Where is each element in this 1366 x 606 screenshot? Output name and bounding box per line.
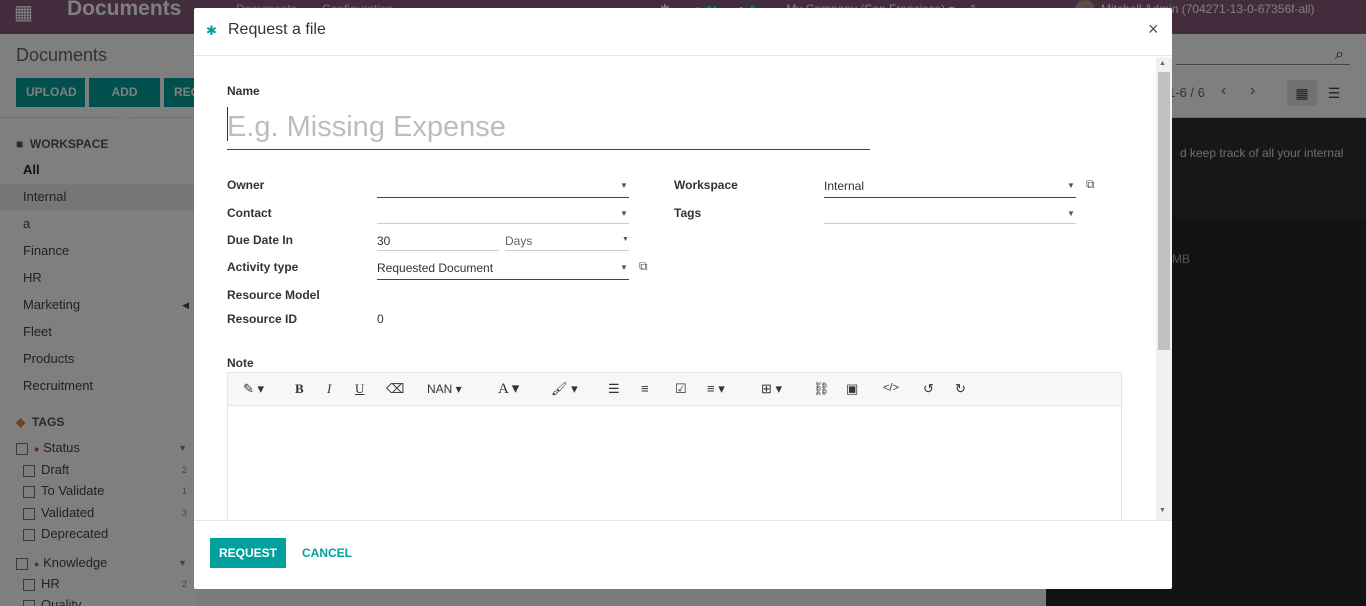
checklist-icon[interactable]: ☑: [675, 381, 687, 397]
caret-down-icon[interactable]: ▼: [1067, 209, 1075, 218]
owner-label: Owner: [227, 178, 265, 192]
link-icon[interactable]: ⛓: [813, 381, 830, 397]
due-date-value[interactable]: 30: [377, 234, 390, 248]
brush-icon[interactable]: 🖌 ▾: [551, 381, 578, 397]
due-date-label: Due Date In: [227, 233, 294, 247]
scroll-up-icon[interactable]: ▲: [1159, 60, 1166, 67]
activity-type-value[interactable]: Requested Document: [377, 261, 493, 275]
external-link-icon[interactable]: ⧉: [1086, 177, 1095, 192]
modal-header: ✱ Request a file ×: [194, 8, 1172, 56]
modal-title: Request a file: [228, 21, 326, 38]
caret-down-icon[interactable]: ▼: [622, 236, 629, 243]
workspace-field[interactable]: [824, 197, 1076, 198]
resource-id-label: Resource ID: [227, 312, 298, 326]
note-editor[interactable]: [227, 406, 1122, 520]
resource-model-label: Resource Model: [227, 288, 320, 302]
request-button[interactable]: REQUEST: [210, 538, 286, 568]
editor-toolbar: ✎ ▾ B I U ⌫ NAN ▾ A ▾ 🖌 ▾ ☰ ≡ ☑ ≡ ▾ ⊞ ▾ …: [227, 372, 1122, 406]
cancel-button[interactable]: CANCEL: [302, 538, 352, 568]
caret-down-icon[interactable]: ▼: [620, 181, 628, 190]
font-size-select[interactable]: NAN ▾: [427, 382, 462, 396]
text-cursor: [227, 107, 228, 141]
redo-icon[interactable]: ↻: [955, 381, 966, 397]
table-icon[interactable]: ⊞ ▾: [761, 381, 782, 397]
name-input[interactable]: [227, 105, 870, 150]
contact-label: Contact: [227, 206, 272, 220]
italic-icon[interactable]: I: [327, 381, 331, 397]
resource-id-value: 0: [377, 312, 384, 326]
bug-icon: ✱: [206, 23, 217, 38]
owner-field[interactable]: [377, 197, 629, 198]
external-link-icon[interactable]: ⧉: [639, 259, 648, 274]
tags-label: Tags: [674, 206, 702, 220]
image-icon[interactable]: ▣: [846, 381, 858, 397]
workspace-label: Workspace: [674, 178, 738, 192]
bold-icon[interactable]: B: [295, 381, 304, 397]
caret-down-icon[interactable]: ▼: [620, 209, 628, 218]
code-view-icon[interactable]: </>: [883, 382, 899, 394]
workspace-value[interactable]: Internal: [824, 179, 864, 193]
scrollbar-thumb[interactable]: [1158, 72, 1170, 350]
unordered-list-icon[interactable]: ☰: [608, 381, 620, 397]
note-label: Note: [227, 356, 254, 370]
activity-type-label: Activity type: [227, 260, 299, 274]
underline-icon[interactable]: U: [355, 381, 364, 397]
due-date-field[interactable]: [377, 250, 499, 251]
ordered-list-icon[interactable]: ≡: [641, 381, 649, 396]
font-color-icon[interactable]: A ▾: [498, 379, 519, 398]
caret-down-icon[interactable]: ▼: [620, 263, 628, 272]
tags-field[interactable]: [824, 223, 1076, 224]
magic-wand-icon[interactable]: ✎ ▾: [243, 381, 264, 397]
activity-type-field[interactable]: [377, 279, 629, 280]
scroll-down-icon[interactable]: ▼: [1159, 507, 1166, 514]
due-unit-value[interactable]: Days: [505, 234, 532, 248]
caret-down-icon[interactable]: ▼: [1067, 181, 1075, 190]
align-icon[interactable]: ≡ ▾: [707, 381, 725, 397]
modal-body: Name Owner ▼ Contact ▼ Due Date In 30 Da…: [194, 57, 1172, 520]
contact-field[interactable]: [377, 223, 629, 224]
name-label: Name: [227, 84, 260, 98]
close-icon[interactable]: ×: [1148, 19, 1159, 40]
due-unit-select[interactable]: [505, 250, 629, 251]
request-file-dialog: ✱ Request a file × Name Owner ▼ Contact …: [194, 8, 1172, 589]
undo-icon[interactable]: ↺: [923, 381, 934, 397]
eraser-icon[interactable]: ⌫: [386, 381, 404, 397]
modal-footer: REQUEST CANCEL: [194, 520, 1172, 589]
